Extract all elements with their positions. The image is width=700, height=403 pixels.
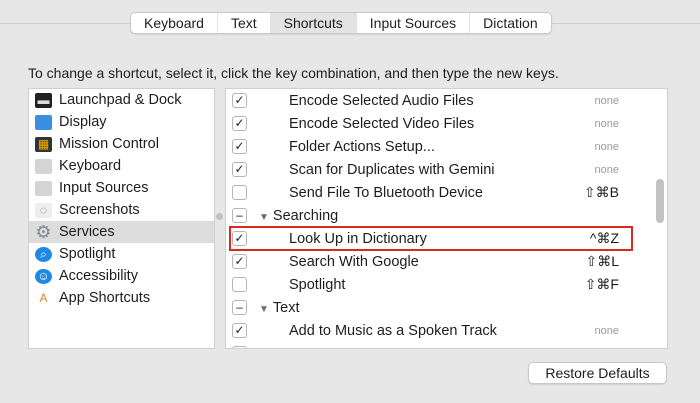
restore-defaults-button[interactable]: Restore Defaults xyxy=(528,362,667,384)
category-display[interactable]: Display xyxy=(29,111,214,133)
category-label: Services xyxy=(59,224,115,240)
split-handle[interactable] xyxy=(216,213,223,220)
shortcut-list: ✓ Encode Selected Audio Files none ✓ Encode … xyxy=(225,88,668,349)
input-sources-icon xyxy=(35,180,52,196)
tab-shortcuts[interactable]: Shortcuts xyxy=(270,13,357,33)
instruction-text: To change a shortcut, select it, click t… xyxy=(28,65,559,81)
category-launchpad-dock[interactable]: ▬ Launchpad & Dock xyxy=(29,89,214,111)
shortcut-row[interactable]: ✓ Search With Google ⇧⌘L xyxy=(226,250,654,273)
category-accessibility[interactable]: ☺ Accessibility xyxy=(29,265,214,287)
shortcut-row[interactable]: Send File To Bluetooth Device ⇧⌘B xyxy=(226,181,654,204)
shortcut-keys[interactable]: ⇧⌘B xyxy=(584,184,619,201)
shortcut-row[interactable]: ✓ Folder Actions Setup... none xyxy=(226,135,654,158)
category-list: ▬ Launchpad & Dock Display ▦ Mission Control… xyxy=(28,88,215,349)
shortcut-label: Search With Google xyxy=(289,253,419,270)
keyboard-icon xyxy=(35,158,52,174)
highlight-box xyxy=(229,226,633,251)
shortcut-label: Encode Selected Audio Files xyxy=(289,92,474,109)
tab-keyboard[interactable]: Keyboard xyxy=(131,13,218,33)
shortcut-row-partial xyxy=(226,342,654,348)
mission-control-icon: ▦ xyxy=(35,136,52,152)
category-spotlight[interactable]: ⌕ Spotlight xyxy=(29,243,214,265)
shortcut-label: Scan for Duplicates with Gemini xyxy=(289,161,495,178)
category-label: Accessibility xyxy=(59,268,138,284)
shortcut-label: Add to Music as a Spoken Track xyxy=(289,322,497,339)
category-app-shortcuts[interactable]: A App Shortcuts xyxy=(29,287,214,309)
shortcut-row[interactable]: ✓ Encode Selected Video Files none xyxy=(226,112,654,135)
group-row[interactable]: – ▼ Text xyxy=(226,296,654,319)
scrollbar[interactable] xyxy=(656,179,664,223)
display-icon xyxy=(35,114,52,130)
category-label: App Shortcuts xyxy=(59,290,151,306)
checkbox[interactable]: ✓ xyxy=(232,254,247,269)
checkbox[interactable]: ✓ xyxy=(232,116,247,131)
gear-icon: ⚙ xyxy=(35,221,52,242)
shortcut-label: Folder Actions Setup... xyxy=(289,138,435,155)
disclosure-triangle-icon[interactable]: ▼ xyxy=(259,304,269,315)
group-name: Searching xyxy=(272,207,339,224)
category-label: Mission Control xyxy=(59,136,159,152)
shortcut-keys[interactable]: none xyxy=(595,164,619,176)
app-shortcuts-icon: A xyxy=(39,291,48,305)
tab-text[interactable]: Text xyxy=(218,13,271,33)
checkbox[interactable]: ✓ xyxy=(232,162,247,177)
shortcut-label: Send File To Bluetooth Device xyxy=(289,184,483,201)
category-label: Screenshots xyxy=(59,202,140,218)
category-input-sources[interactable]: Input Sources xyxy=(29,177,214,199)
screenshots-icon: ◌ xyxy=(35,202,52,218)
spotlight-icon: ⌕ xyxy=(35,246,52,262)
shortcut-row[interactable]: ✓ Encode Selected Audio Files none xyxy=(226,89,654,112)
category-label: Input Sources xyxy=(59,180,149,196)
shortcut-row[interactable]: ✓ Scan for Duplicates with Gemini none xyxy=(226,158,654,181)
category-label: Display xyxy=(59,114,107,130)
shortcut-label: Encode Selected Video Files xyxy=(289,115,475,132)
disclosure-triangle-icon[interactable]: ▼ xyxy=(259,212,269,223)
category-label: Spotlight xyxy=(59,246,116,262)
checkbox[interactable] xyxy=(232,346,247,348)
checkbox[interactable]: ✓ xyxy=(232,323,247,338)
category-mission-control[interactable]: ▦ Mission Control xyxy=(29,133,214,155)
category-services[interactable]: ⚙ Services xyxy=(29,221,214,243)
checkbox[interactable] xyxy=(232,277,247,292)
shortcut-row[interactable]: Spotlight ⇧⌘F xyxy=(226,273,654,296)
group-checkbox[interactable]: – xyxy=(232,300,247,315)
group-label: ▼ Text xyxy=(259,300,300,316)
group-row[interactable]: – ▼ Searching xyxy=(226,204,654,227)
checkbox[interactable] xyxy=(232,185,247,200)
shortcut-keys[interactable]: none xyxy=(595,141,619,153)
tab-dictation[interactable]: Dictation xyxy=(470,13,550,33)
category-label: Launchpad & Dock xyxy=(59,92,182,108)
shortcut-keys[interactable]: none xyxy=(595,95,619,107)
checkbox[interactable]: ✓ xyxy=(232,139,247,154)
category-label: Keyboard xyxy=(59,158,122,174)
category-keyboard[interactable]: Keyboard xyxy=(29,155,214,177)
launchpad-icon: ▬ xyxy=(35,92,52,108)
category-screenshots[interactable]: ◌ Screenshots xyxy=(29,199,214,221)
group-checkbox[interactable]: – xyxy=(232,208,247,223)
group-name: Text xyxy=(272,299,300,316)
checkbox[interactable]: ✓ xyxy=(232,93,247,108)
shortcut-row[interactable]: ✓ Add to Music as a Spoken Track none xyxy=(226,319,654,342)
shortcut-label: Spotlight xyxy=(289,276,346,293)
shortcut-keys[interactable]: ⇧⌘F xyxy=(585,276,619,293)
tab-input-sources[interactable]: Input Sources xyxy=(357,13,471,33)
accessibility-icon: ☺ xyxy=(35,268,52,284)
shortcut-keys[interactable]: none xyxy=(595,118,619,130)
tab-bar: Keyboard Text Shortcuts Input Sources Dictat… xyxy=(130,12,552,34)
shortcut-keys[interactable]: ⇧⌘L xyxy=(585,253,619,270)
shortcut-keys[interactable]: none xyxy=(595,325,619,337)
group-label: ▼ Searching xyxy=(259,208,338,224)
